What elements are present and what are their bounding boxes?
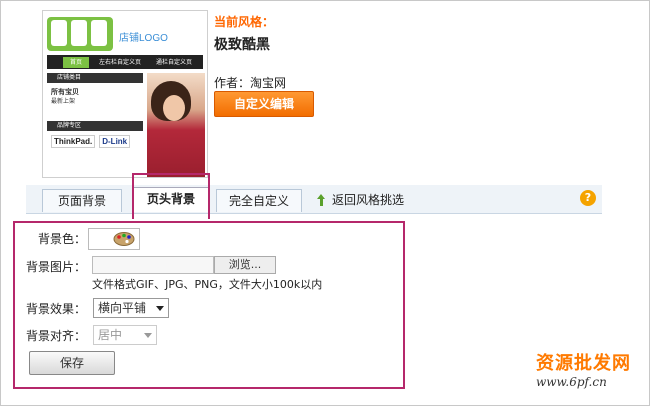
back-link-label: 返回风格挑选 xyxy=(332,193,405,207)
brand-logo: ThinkPad. xyxy=(51,135,96,148)
thumb-nav-item: 通栏自定义页 xyxy=(155,59,192,66)
thumb-nav-item: 首页 xyxy=(63,57,89,68)
bg-image-file-input[interactable] xyxy=(92,256,214,274)
bg-align-select[interactable]: 居中 xyxy=(93,325,157,345)
help-icon[interactable]: ? xyxy=(580,190,596,206)
shop-logo: 店铺LOGO xyxy=(47,17,207,53)
back-to-styles-link[interactable]: 返回风格挑选 xyxy=(316,189,404,211)
palette-icon xyxy=(113,232,135,246)
thumb-side-link: 最新上架 xyxy=(51,98,76,105)
thumb-side-heading: 店铺类目 xyxy=(47,73,143,83)
thumb-nav: 首页 左右栏自定义页 通栏自定义页 xyxy=(47,55,203,69)
thumb-sidebar: 店铺类目 所有宝贝 最新上架 品牌专区 ThinkPad. D-Link xyxy=(47,73,143,175)
logo-text: 店铺LOGO xyxy=(119,33,168,44)
chevron-down-icon xyxy=(144,333,152,338)
watermark-url: www.6pf.cn xyxy=(536,375,607,389)
author-text: 作者：淘宝网 xyxy=(214,76,287,90)
current-style-label: 当前风格： xyxy=(214,15,275,29)
tab-page-background[interactable]: 页面背景 xyxy=(42,189,122,212)
bg-effect-select[interactable]: 横向平铺 xyxy=(93,298,169,318)
chevron-down-icon xyxy=(156,306,164,311)
brand-row: ThinkPad. D-Link xyxy=(47,135,143,148)
highlight-tab-outline xyxy=(132,173,210,219)
brand-logo: D-Link xyxy=(99,135,131,148)
bg-align-label: 背景对齐： xyxy=(25,329,86,343)
customize-edit-button[interactable]: 自定义编辑 xyxy=(214,91,314,117)
thumb-side-link: 所有宝贝 xyxy=(51,88,79,96)
file-format-hint: 文件格式GIF、JPG、PNG，文件大小100k以内 xyxy=(92,278,323,291)
style-thumbnail: 店铺LOGO 首页 左右栏自定义页 通栏自定义页 店铺类目 所有宝贝 最新上架 … xyxy=(42,10,208,178)
bg-color-label: 背景色： xyxy=(37,232,86,246)
thumb-nav-item: 左右栏自定义页 xyxy=(98,59,141,66)
bg-effect-value: 横向平铺 xyxy=(98,301,147,315)
thumb-side-heading: 品牌专区 xyxy=(47,121,143,131)
bg-effect-label: 背景效果： xyxy=(25,302,86,316)
bg-color-picker[interactable] xyxy=(88,228,140,250)
logo-mark-icon xyxy=(47,17,113,51)
style-name: 极致酷黑 xyxy=(214,37,270,53)
browse-button[interactable]: 浏览... xyxy=(214,256,276,274)
tab-bar: 页面背景 页头背景 完全自定义 返回风格挑选 ? xyxy=(26,185,602,214)
model-photo xyxy=(147,73,205,177)
tab-full-custom[interactable]: 完全自定义 xyxy=(216,189,302,212)
back-arrow-icon xyxy=(317,194,325,206)
watermark-text: 资源批发网 xyxy=(536,353,631,374)
bg-image-label: 背景图片： xyxy=(25,260,86,274)
save-button[interactable]: 保存 xyxy=(29,351,115,375)
bg-align-value: 居中 xyxy=(98,328,123,342)
